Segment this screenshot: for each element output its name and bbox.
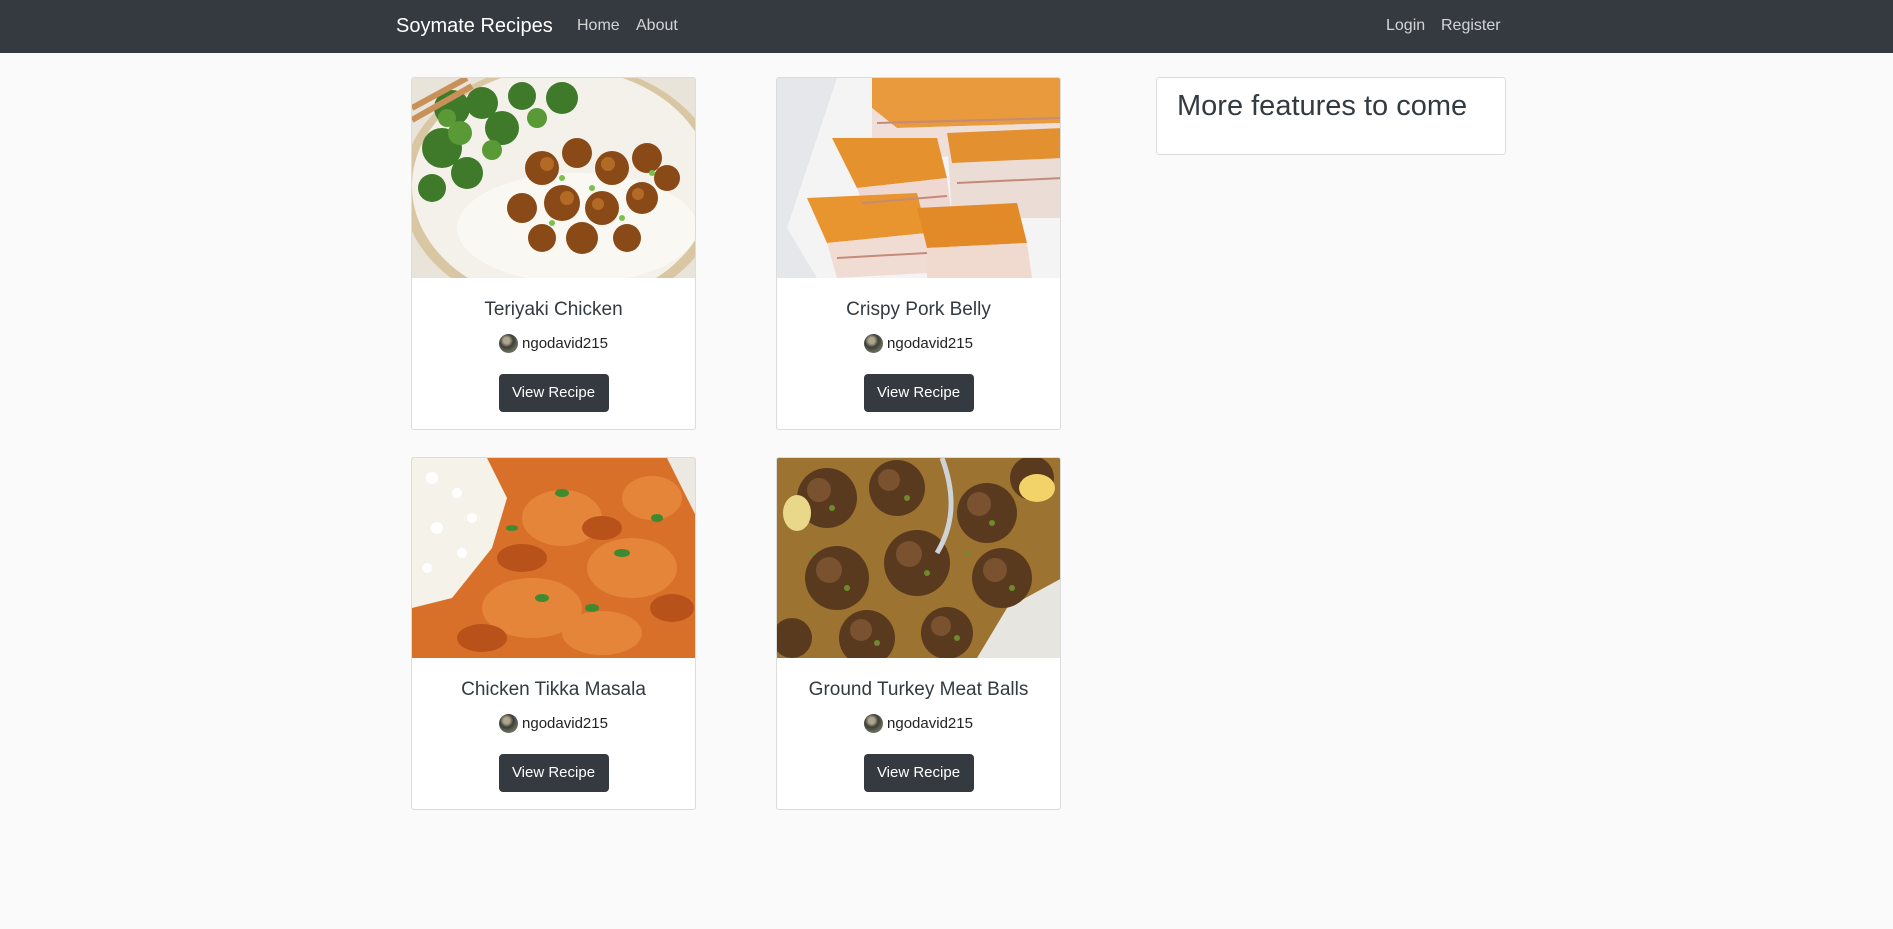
view-recipe-button[interactable]: View Recipe (498, 754, 609, 792)
recipe-image (777, 78, 1060, 278)
author-name: ngodavid215 (522, 715, 608, 733)
recipe-card: Chicken Tikka Masala ngodavid215 View Re… (411, 457, 696, 810)
nav-login-link[interactable]: Login (1386, 16, 1425, 36)
recipe-card: Ground Turkey Meat Balls ngodavid215 Vie… (776, 457, 1061, 810)
brand-link[interactable]: Soymate Recipes (396, 14, 553, 38)
author-name: ngodavid215 (887, 335, 973, 353)
nav-register-link[interactable]: Register (1441, 16, 1501, 36)
recipe-image (412, 78, 695, 278)
recipe-author: ngodavid215 (412, 713, 695, 734)
nav-about-link[interactable]: About (636, 16, 678, 36)
recipe-title: Ground Turkey Meat Balls (808, 679, 1029, 700)
author-avatar (864, 713, 884, 733)
nav-home-link[interactable]: Home (577, 16, 620, 36)
recipe-image (412, 458, 695, 658)
navbar: Soymate Recipes Home About Login Registe… (0, 0, 1893, 53)
recipe-image (777, 458, 1060, 658)
author-avatar (499, 713, 519, 733)
recipe-title: Teriyaki Chicken (484, 299, 623, 320)
view-recipe-button[interactable]: View Recipe (863, 374, 974, 412)
author-avatar (499, 333, 519, 353)
recipe-author: ngodavid215 (777, 713, 1060, 734)
sidebar-title: More features to come (1177, 90, 1468, 122)
recipe-title: Crispy Pork Belly (846, 299, 991, 320)
recipe-card: Crispy Pork Belly ngodavid215 View Recip… (776, 77, 1061, 430)
recipe-author: ngodavid215 (777, 333, 1060, 354)
author-avatar (864, 333, 884, 353)
view-recipe-button[interactable]: View Recipe (498, 374, 609, 412)
author-name: ngodavid215 (887, 715, 973, 733)
sidebar-panel: More features to come (1156, 77, 1506, 155)
recipe-author: ngodavid215 (412, 333, 695, 354)
recipe-card: Teriyaki Chicken ngodavid215 View Recipe (411, 77, 696, 430)
recipe-title: Chicken Tikka Masala (461, 679, 646, 700)
author-name: ngodavid215 (522, 335, 608, 353)
view-recipe-button[interactable]: View Recipe (863, 754, 974, 792)
